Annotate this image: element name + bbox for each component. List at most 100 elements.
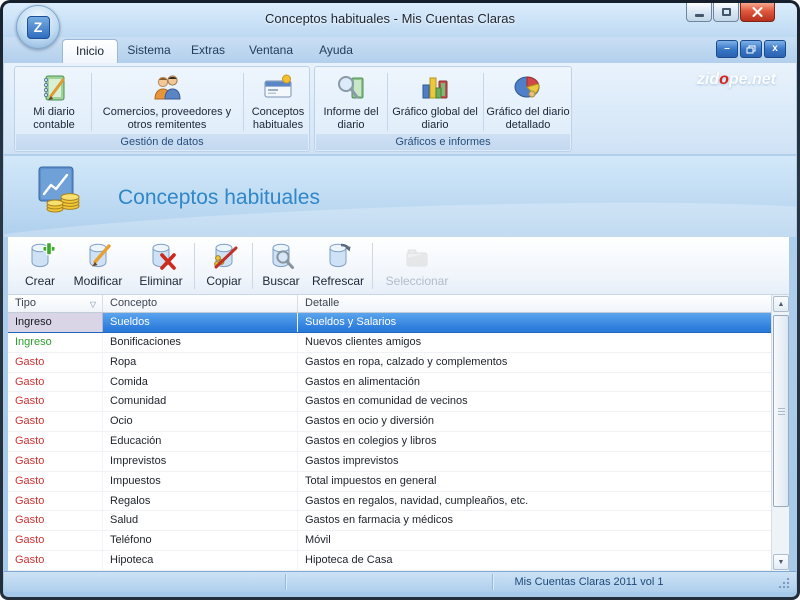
table-row[interactable]: Gasto Impuestos Total impuestos en general <box>8 471 771 492</box>
minimize-icon <box>694 13 704 17</box>
ribbon-group-graficos: Informe del diario Gráfico global del di… <box>314 66 572 152</box>
ribbon-separator <box>91 73 92 131</box>
table-row[interactable]: Gasto Regalos Gastos en regalos, navidad, … <box>8 491 771 512</box>
tab-sistema[interactable]: Sistema <box>120 39 178 63</box>
screenshot-stage: Conceptos habituales - Mis Cuentas Clara… <box>0 0 800 600</box>
cell-detalle: Gastos en alimentación <box>305 375 420 388</box>
ribbon-item-informe[interactable]: Informe del diario <box>319 70 383 134</box>
cell-detalle: Nuevos clientes amigos <box>305 335 422 348</box>
concepts-card-icon <box>262 71 294 105</box>
brand-text: pe.net <box>728 71 776 88</box>
scroll-up-button[interactable]: ▲ <box>773 296 789 312</box>
mdi-minimize-button[interactable]: – <box>716 40 738 58</box>
close-button[interactable] <box>740 3 775 22</box>
table-row[interactable]: Ingreso Sueldos Sueldos y Salarios <box>8 313 771 333</box>
toolbar-button-label: Refrescar <box>311 274 364 288</box>
table-row[interactable]: Gasto Hipoteca Hipoteca de Casa <box>8 551 771 571</box>
column-header-label: Tipo <box>15 297 36 309</box>
cell-concepto: Bonificaciones <box>103 332 298 352</box>
table-row[interactable]: Gasto Salud Gastos en farmacia y médicos <box>8 511 771 532</box>
cell-detalle: Móvil <box>305 534 331 547</box>
modify-button[interactable]: Modificar <box>66 240 130 292</box>
tab-extras[interactable]: Extras <box>184 39 232 63</box>
ribbon-item-label: Conceptos habituales <box>251 106 305 131</box>
column-header-detalle[interactable]: Detalle <box>298 295 771 312</box>
cell-concepto: Ropa <box>103 352 298 372</box>
cell-detalle: Gastos imprevistos <box>305 454 399 467</box>
ribbon-item-label: Gráfico del diario detallado <box>486 106 570 131</box>
toolbar-button-label: Eliminar <box>139 274 183 288</box>
concepts-table: Tipo ▽ Concepto Detalle Ingreso Sueldos Sue… <box>8 295 771 571</box>
minimize-button[interactable] <box>686 3 712 22</box>
statusbar-divider <box>285 574 286 590</box>
ribbon-group-gestion: Mi diario contable Comercios, proveedore… <box>14 66 310 152</box>
mdi-close-button[interactable]: x <box>764 40 786 58</box>
table-row[interactable]: Gasto Ropa Gastos en ropa, calzado y compl… <box>8 352 771 373</box>
table-row[interactable]: Gasto Comunidad Gastos en comunidad de vec… <box>8 392 771 413</box>
ribbon-item-grafico-detallado[interactable]: Gráfico del diario detallado <box>485 70 571 134</box>
ribbon-item-grafico-global[interactable]: Gráfico global del diario <box>391 70 479 134</box>
cell-tipo: Gasto <box>8 412 103 432</box>
table-row[interactable]: Gasto Imprevistos Gastos imprevistos <box>8 451 771 472</box>
cell-concepto: Imprevistos <box>103 451 298 471</box>
column-header-label: Detalle <box>305 297 340 309</box>
cell-tipo: Gasto <box>8 531 103 551</box>
copy-button[interactable]: Copiar <box>198 240 250 292</box>
scroll-down-button[interactable]: ▼ <box>773 554 789 570</box>
cell-tipo: Ingreso <box>8 313 103 332</box>
brand-watermark: zidope.net <box>660 71 776 89</box>
brand-text: zid <box>696 71 720 88</box>
cell-detalle: Gastos en colegios y libros <box>305 435 437 448</box>
mdi-restore-button[interactable] <box>740 40 762 58</box>
cell-concepto: Impuestos <box>103 471 298 491</box>
table-row[interactable]: Gasto Educación Gastos en colegios y libro… <box>8 432 771 452</box>
scrollbar-thumb[interactable] <box>773 315 789 507</box>
cell-concepto: Educación <box>103 432 298 451</box>
page-header: Conceptos habituales <box>4 156 796 237</box>
toolbar-button-label: Buscar <box>262 274 300 288</box>
scroll-up-icon: ▲ <box>777 301 785 308</box>
maximize-button[interactable] <box>713 3 739 22</box>
cell-detalle: Gastos en farmacia y médicos <box>305 514 453 527</box>
modify-icon <box>82 240 114 272</box>
app-logo-icon: Z <box>26 15 50 39</box>
cell-concepto: Hipoteca <box>103 551 298 570</box>
table-header-row: Tipo ▽ Concepto Detalle <box>8 295 771 313</box>
cell-concepto: Sueldos <box>103 313 298 332</box>
cell-tipo: Gasto <box>8 471 103 491</box>
status-bar: Mis Cuentas Claras 2011 vol 1 <box>4 571 796 592</box>
ribbon-tabstrip: Inicio Sistema Extras Ventana Ayuda – x <box>4 37 796 63</box>
tab-ventana[interactable]: Ventana <box>240 39 302 63</box>
create-button[interactable]: Crear <box>16 240 64 292</box>
create-icon <box>24 240 56 272</box>
cell-concepto: Salud <box>103 511 298 531</box>
resize-grip[interactable] <box>778 577 789 588</box>
table-row[interactable]: Ingreso Bonificaciones Nuevos clientes ami… <box>8 332 771 353</box>
app-menu-button[interactable]: Z <box>16 5 60 49</box>
toolbar-button-label: Copiar <box>206 274 242 288</box>
ribbon-item-label: Informe del diario <box>323 106 379 131</box>
maximize-icon <box>721 8 731 16</box>
cell-detalle: Gastos en comunidad de vecinos <box>305 395 468 408</box>
table-row[interactable]: Gasto Ocio Gastos en ocio y diversión <box>8 412 771 433</box>
column-header-tipo[interactable]: Tipo ▽ <box>8 295 103 312</box>
cell-tipo: Gasto <box>8 491 103 511</box>
tab-inicio[interactable]: Inicio <box>62 39 118 63</box>
mdi-minimize-icon: – <box>724 43 730 54</box>
select-button[interactable]: Seleccionar <box>378 240 456 292</box>
ribbon-item-mi-diario[interactable]: Mi diario contable <box>19 70 89 134</box>
refresh-button[interactable]: Refrescar <box>308 240 368 292</box>
table-row[interactable]: Gasto Teléfono Móvil <box>8 531 771 552</box>
ribbon-item-comercios[interactable]: Comercios, proveedores y otros remitente… <box>95 70 239 134</box>
delete-button[interactable]: Eliminar <box>132 240 190 292</box>
window-title: Conceptos habituales - Mis Cuentas Clara… <box>264 11 515 26</box>
search-button[interactable]: Buscar <box>256 240 306 292</box>
cell-concepto: Teléfono <box>103 531 298 551</box>
tab-ayuda[interactable]: Ayuda <box>310 39 362 63</box>
bar-chart-icon <box>419 71 451 105</box>
vertical-scrollbar[interactable]: ▲ ▼ <box>771 295 789 571</box>
column-header-concepto[interactable]: Concepto <box>103 295 298 312</box>
table-row[interactable]: Gasto Comida Gastos en alimentación <box>8 372 771 393</box>
toolbar: Crear Modificar Eliminar Copiar Buscar R… <box>8 237 789 295</box>
ribbon-item-conceptos[interactable]: Conceptos habituales <box>247 70 309 134</box>
